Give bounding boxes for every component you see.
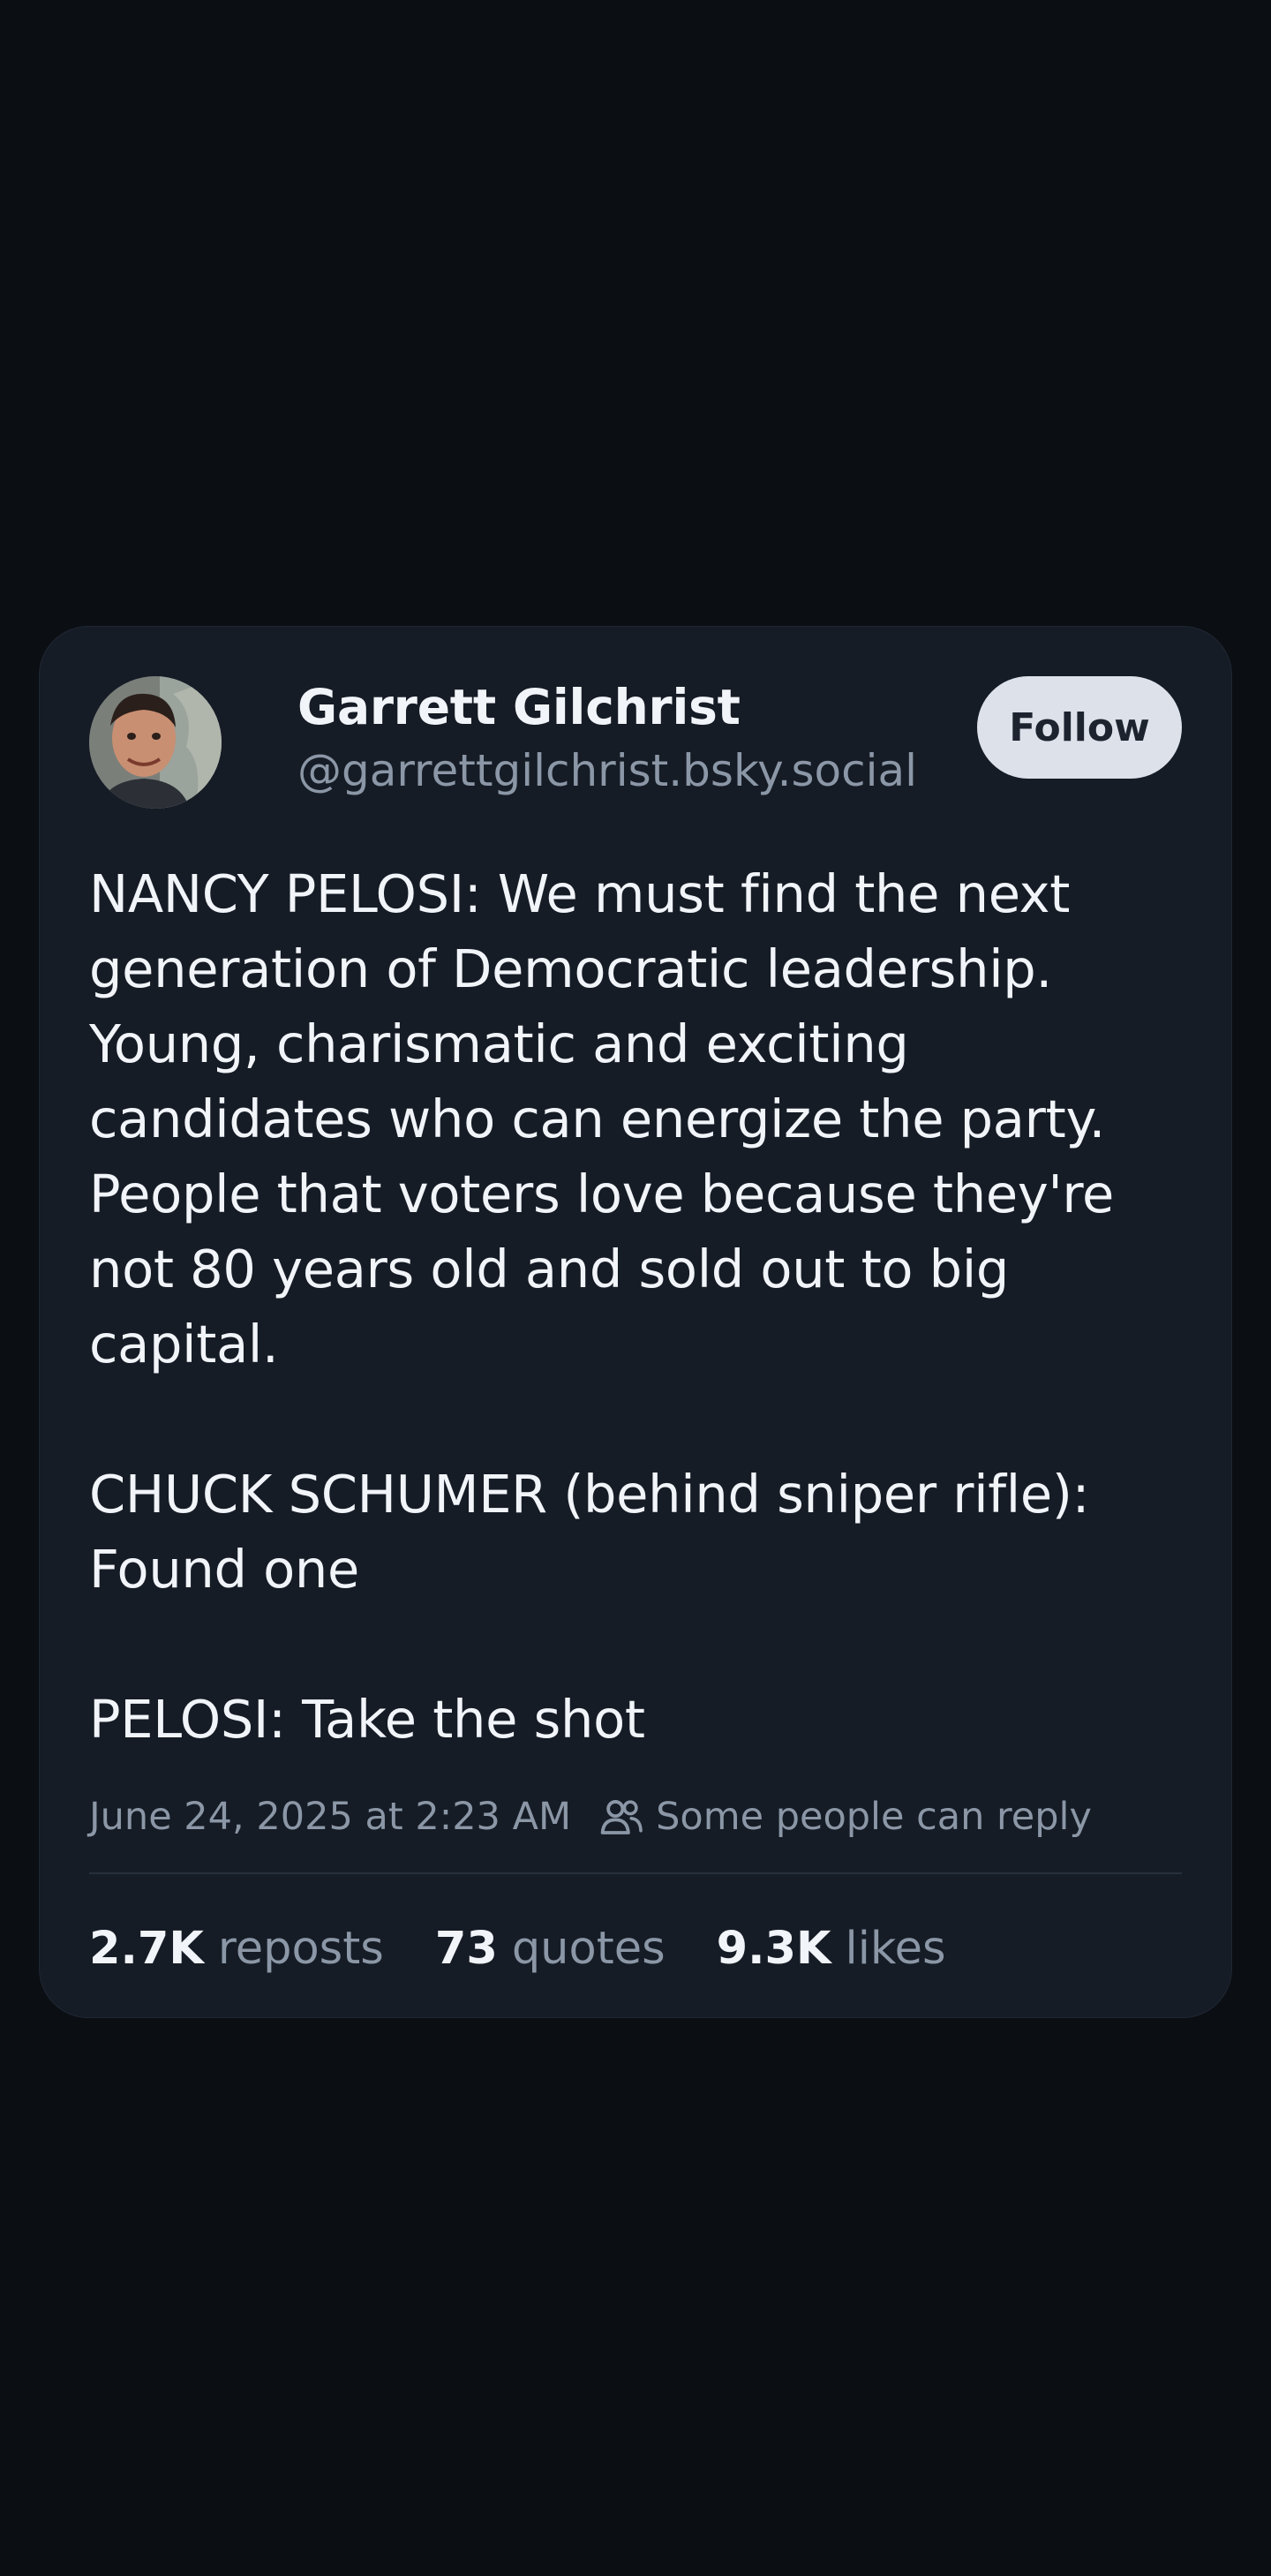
quotes-label: quotes	[511, 1922, 666, 1975]
author-names: Garrett Gilchrist @garrettgilchrist.bsky…	[297, 676, 917, 802]
avatar[interactable]	[89, 676, 222, 809]
post-header: Garrett Gilchrist @garrettgilchrist.bsky…	[89, 676, 1182, 809]
likes-label: likes	[845, 1922, 946, 1975]
quotes-stat[interactable]: 73 quotes	[435, 1923, 666, 1975]
likes-stat[interactable]: 9.3K likes	[717, 1923, 946, 1975]
post-meta: June 24, 2025 at 2:23 AM Some people can…	[89, 1790, 1182, 1843]
post-timestamp[interactable]: June 24, 2025 at 2:23 AM	[89, 1795, 571, 1839]
reply-restriction[interactable]: Some people can reply	[656, 1795, 1092, 1839]
people-icon	[600, 1799, 643, 1834]
follow-button[interactable]: Follow	[977, 676, 1182, 779]
post-stats: 2.7K reposts 73 quotes 9.3K likes	[89, 1874, 1182, 2022]
post-card: Garrett Gilchrist @garrettgilchrist.bsky…	[39, 626, 1232, 2018]
author-handle[interactable]: @garrettgilchrist.bsky.social	[297, 740, 917, 802]
reposts-count: 2.7K	[89, 1922, 204, 1975]
quotes-count: 73	[434, 1922, 498, 1975]
avatar-image	[89, 676, 222, 809]
reposts-label: reposts	[217, 1922, 384, 1975]
reposts-stat[interactable]: 2.7K reposts	[89, 1923, 384, 1975]
author-display-name[interactable]: Garrett Gilchrist	[297, 676, 917, 738]
likes-count: 9.3K	[716, 1922, 831, 1975]
post-text: NANCY PELOSI: We must find the next gene…	[89, 863, 1115, 1750]
